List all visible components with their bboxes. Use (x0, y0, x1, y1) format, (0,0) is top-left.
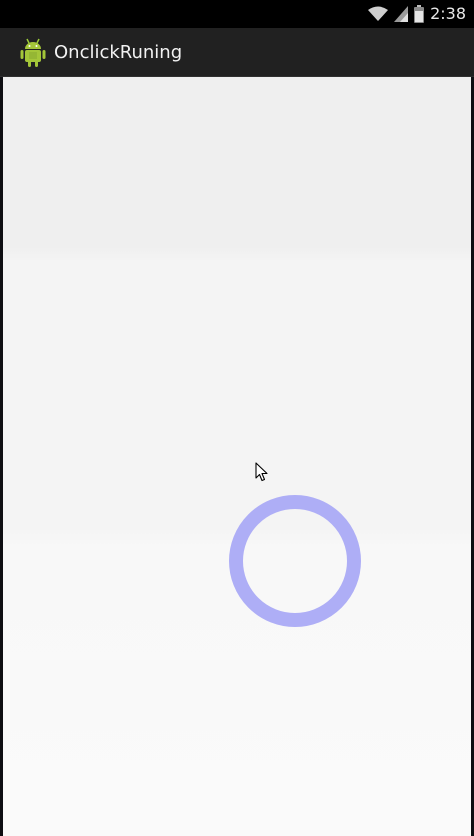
animated-ring (229, 495, 361, 627)
status-icons: 2:38 (368, 4, 466, 24)
battery-icon (414, 5, 425, 23)
cell-signal-icon (394, 6, 409, 22)
device-screen: 2:38 OnclickRuning (0, 0, 474, 836)
app-title: OnclickRuning (54, 42, 183, 63)
mouse-pointer-icon (255, 462, 268, 482)
content-area[interactable] (3, 77, 471, 836)
status-time: 2:38 (430, 4, 466, 23)
action-bar: OnclickRuning (0, 28, 474, 77)
wifi-icon (368, 6, 389, 21)
status-bar: 2:38 (0, 0, 474, 28)
android-robot-icon[interactable] (18, 37, 48, 69)
